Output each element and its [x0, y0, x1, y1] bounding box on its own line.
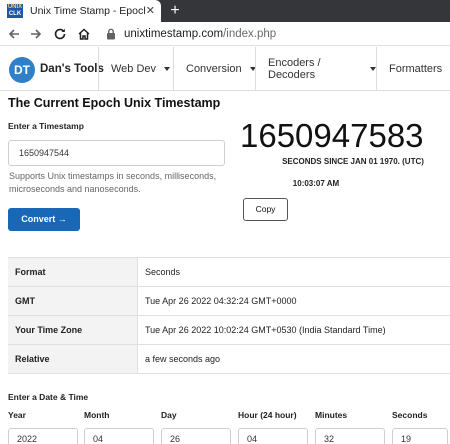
row-value: Seconds: [145, 267, 181, 277]
url-text: unixtimestamp.com/index.php: [124, 28, 276, 40]
site-navbar: DT Dan's Tools Web Dev Conversion Encode…: [0, 47, 450, 91]
timestamp-input[interactable]: [8, 140, 225, 166]
month-input[interactable]: [84, 428, 154, 444]
timestamp-label: Enter a Timestamp: [8, 121, 84, 131]
menu-web-dev[interactable]: Web Dev: [98, 47, 173, 91]
row-value: Tue Apr 26 2022 04:32:24 GMT+0000: [145, 296, 297, 306]
current-epoch-value: 1650947583: [240, 117, 424, 154]
close-tab-icon[interactable]: ✕: [146, 5, 155, 17]
year-input[interactable]: [8, 428, 78, 444]
epoch-caption: SECONDS SINCE JAN 01 1970. (UTC): [282, 157, 424, 166]
caret-down-icon: [164, 67, 171, 71]
current-time: 10:03:07 AM: [292, 179, 340, 188]
favicon-text-top: UNIX: [7, 4, 23, 10]
row-key: Relative: [8, 345, 138, 373]
browser-tab[interactable]: UNIX CLK Unix Time Stamp - Epoch Conve ✕: [0, 0, 161, 22]
hour-input[interactable]: [238, 428, 308, 444]
table-row: Your Time Zone Tue Apr 26 2022 10:02:24 …: [8, 316, 450, 345]
url-field[interactable]: unixtimestamp.com/index.php: [100, 24, 450, 44]
menu-label: Formatters: [389, 63, 443, 75]
lock-icon: [107, 28, 115, 39]
home-icon[interactable]: [74, 24, 94, 44]
day-input[interactable]: [161, 428, 231, 444]
month-field-group: Month: [84, 410, 154, 444]
day-field-group: Day: [161, 410, 231, 444]
table-row: Relative a few seconds ago: [8, 345, 450, 374]
page-title: The Current Epoch Unix Timestamp: [8, 96, 221, 110]
datetime-section-label: Enter a Date & Time: [8, 392, 89, 402]
month-label: Month: [84, 410, 110, 420]
menu-label: Encoders / Decoders: [268, 57, 321, 81]
menu-encoders-decoders[interactable]: Encoders / Decoders: [255, 47, 376, 91]
site-name[interactable]: Dan's Tools: [40, 63, 104, 75]
row-value: Tue Apr 26 2022 10:02:24 GMT+0530 (India…: [145, 325, 386, 335]
menu-label: Conversion: [186, 63, 242, 75]
table-row: GMT Tue Apr 26 2022 04:32:24 GMT+0000: [8, 287, 450, 316]
minutes-input[interactable]: [315, 428, 385, 444]
menu-conversion[interactable]: Conversion: [173, 47, 256, 91]
url-host: unixtimestamp.com: [124, 27, 224, 40]
seconds-input[interactable]: [392, 428, 448, 444]
address-bar: unixtimestamp.com/index.php: [0, 22, 450, 46]
hour-field-group: Hour (24 hour): [238, 410, 308, 444]
row-key: Your Time Zone: [8, 316, 138, 344]
year-label: Year: [8, 410, 26, 420]
menu-label: Web Dev: [111, 63, 157, 75]
browser-tab-bar: UNIX CLK Unix Time Stamp - Epoch Conve ✕…: [0, 0, 450, 22]
copy-button[interactable]: Copy: [243, 198, 288, 221]
timestamp-help-text: Supports Unix timestamps in seconds, mil…: [9, 171, 217, 194]
row-key: Format: [8, 258, 138, 286]
favicon-icon: UNIX CLK: [7, 4, 23, 18]
reload-icon[interactable]: [50, 24, 70, 44]
seconds-field-group: Seconds: [392, 410, 448, 444]
year-field-group: Year: [8, 410, 78, 444]
row-value: a few seconds ago: [145, 354, 221, 364]
day-label: Day: [161, 410, 177, 420]
minutes-label: Minutes: [315, 410, 348, 420]
convert-button[interactable]: Convert →: [8, 208, 80, 231]
seconds-label: Seconds: [392, 410, 428, 420]
row-key: GMT: [8, 287, 138, 315]
tab-title: Unix Time Stamp - Epoch Conve: [30, 5, 145, 17]
site-logo[interactable]: DT: [9, 57, 35, 83]
favicon-text-bottom: CLK: [8, 11, 22, 17]
url-path: /index.php: [223, 27, 277, 40]
forward-arrow-icon[interactable]: [26, 24, 46, 44]
minutes-field-group: Minutes: [315, 410, 385, 444]
hour-label: Hour (24 hour): [238, 410, 297, 420]
back-arrow-icon[interactable]: [4, 24, 24, 44]
table-row: Format Seconds: [8, 258, 450, 287]
new-tab-button[interactable]: +: [166, 0, 184, 22]
conversion-result-table: Format Seconds GMT Tue Apr 26 2022 04:32…: [8, 257, 450, 374]
menu-formatters[interactable]: Formatters: [376, 47, 450, 91]
